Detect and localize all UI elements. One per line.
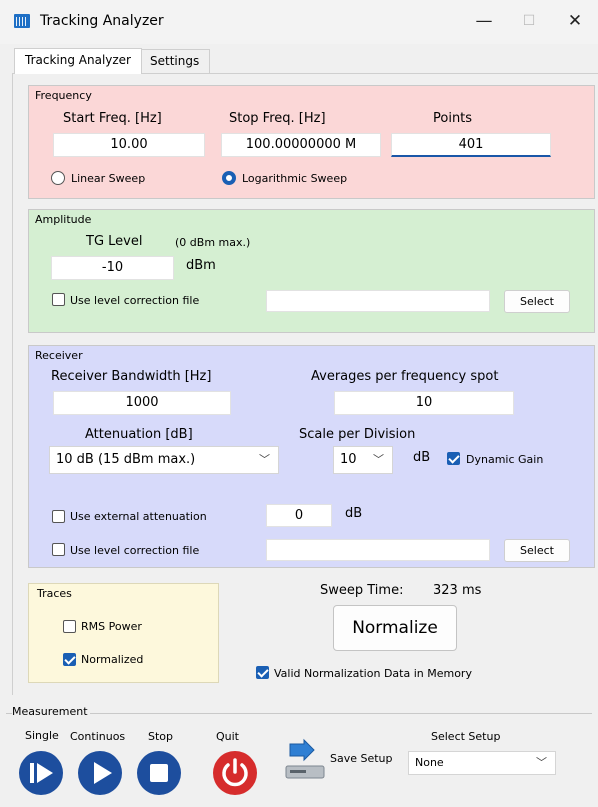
- amp-correction-label: Use level correction file: [70, 294, 200, 307]
- tg-level-input[interactable]: -10: [51, 256, 174, 280]
- chevron-down-icon: ﹀: [373, 453, 384, 466]
- dynamic-gain-checkbox[interactable]: [447, 452, 460, 465]
- rx-correction-label: Use level correction file: [70, 544, 200, 557]
- averages-input[interactable]: 10: [334, 391, 514, 415]
- chevron-down-icon: ﹀: [536, 756, 547, 769]
- single-label: Single: [25, 729, 59, 742]
- linear-sweep-radio[interactable]: [51, 171, 65, 185]
- amp-select-button[interactable]: Select: [504, 290, 570, 313]
- title-bar: Tracking Analyzer — ☐ ✕: [0, 0, 598, 44]
- ext-att-label: Use external attenuation: [70, 510, 207, 523]
- attenuation-label: Attenuation [dB]: [85, 427, 193, 442]
- minimize-button[interactable]: —: [461, 6, 507, 36]
- points-input[interactable]: 401: [391, 133, 551, 157]
- stop-freq-label: Stop Freq. [Hz]: [229, 111, 326, 126]
- save-drive-icon: [285, 738, 325, 779]
- amp-correction-file-input[interactable]: [266, 290, 490, 312]
- start-freq-input[interactable]: 10.00: [53, 133, 205, 157]
- tg-unit-label: dBm: [186, 258, 216, 273]
- setup-select[interactable]: None ﹀: [408, 751, 556, 775]
- frequency-panel: Frequency Start Freq. [Hz] Stop Freq. [H…: [28, 85, 595, 199]
- rms-power-checkbox[interactable]: [63, 620, 76, 633]
- continuous-run-button[interactable]: [77, 750, 123, 796]
- scale-unit-label: dB: [413, 450, 431, 465]
- chevron-down-icon: ﹀: [259, 453, 270, 466]
- close-button[interactable]: ✕: [552, 6, 598, 36]
- traces-panel: Traces RMS Power Normalized: [28, 583, 219, 683]
- stop-button[interactable]: [136, 750, 182, 796]
- scale-value: 10: [340, 452, 357, 467]
- stop-freq-input[interactable]: 100.00000000 M: [221, 133, 381, 157]
- single-step-button[interactable]: [18, 750, 64, 796]
- log-sweep-radio[interactable]: [222, 171, 236, 185]
- attenuation-select[interactable]: 10 dB (15 dBm max.) ﹀: [49, 446, 279, 474]
- rx-correction-checkbox[interactable]: [52, 543, 65, 556]
- select-setup-label: Select Setup: [431, 730, 501, 743]
- tab-tracking-analyzer[interactable]: Tracking Analyzer: [14, 48, 142, 74]
- amplitude-title: Amplitude: [35, 213, 92, 226]
- amplitude-panel: Amplitude TG Level (0 dBm max.) -10 dBm …: [28, 209, 595, 333]
- rx-correction-file-input[interactable]: [266, 539, 490, 561]
- save-setup-button[interactable]: [282, 738, 328, 784]
- linear-sweep-label: Linear Sweep: [71, 172, 146, 185]
- normalized-checkbox[interactable]: [63, 653, 76, 666]
- ext-att-unit-label: dB: [345, 506, 363, 521]
- ext-att-checkbox[interactable]: [52, 510, 65, 523]
- attenuation-value: 10 dB (15 dBm max.): [56, 452, 196, 467]
- stop-label: Stop: [148, 730, 174, 743]
- valid-norm-checkbox[interactable]: [256, 666, 269, 679]
- app-icon: [14, 14, 30, 28]
- tg-max-label: (0 dBm max.): [175, 236, 251, 249]
- tab-settings[interactable]: Settings: [139, 49, 211, 74]
- dynamic-gain-label: Dynamic Gain: [466, 453, 544, 466]
- quit-label: Quit: [216, 730, 239, 743]
- normalize-button[interactable]: Normalize: [333, 605, 457, 651]
- window-title: Tracking Analyzer: [40, 13, 164, 29]
- rms-power-label: RMS Power: [81, 620, 142, 633]
- traces-title: Traces: [37, 587, 72, 600]
- tab-strip: Tracking Analyzer Settings: [0, 44, 598, 74]
- averages-label: Averages per frequency spot: [311, 369, 499, 384]
- valid-norm-label: Valid Normalization Data in Memory: [274, 667, 472, 680]
- continuous-label: Continuos: [70, 730, 126, 743]
- log-sweep-label: Logarithmic Sweep: [242, 172, 348, 185]
- tg-level-label: TG Level: [86, 234, 143, 249]
- rbw-input[interactable]: 1000: [53, 391, 231, 415]
- rx-select-button[interactable]: Select: [504, 539, 570, 562]
- scale-select[interactable]: 10 ﹀: [333, 446, 393, 474]
- points-label: Points: [433, 111, 473, 126]
- sweep-time-label: Sweep Time:: [320, 583, 404, 598]
- setup-value: None: [415, 756, 444, 769]
- amp-correction-checkbox[interactable]: [52, 293, 65, 306]
- frequency-title: Frequency: [35, 89, 92, 102]
- save-setup-label: Save Setup: [330, 752, 393, 765]
- measurement-title: Measurement: [12, 705, 90, 718]
- start-freq-label: Start Freq. [Hz]: [63, 111, 162, 126]
- ext-att-input[interactable]: 0: [266, 504, 332, 527]
- rbw-label: Receiver Bandwidth [Hz]: [51, 369, 212, 384]
- maximize-button[interactable]: ☐: [506, 6, 552, 36]
- scale-label: Scale per Division: [299, 427, 416, 442]
- receiver-panel: Receiver Receiver Bandwidth [Hz] Average…: [28, 345, 595, 568]
- sweep-time-value: 323 ms: [433, 583, 482, 598]
- normalized-label: Normalized: [81, 653, 144, 666]
- receiver-title: Receiver: [35, 349, 83, 362]
- quit-button[interactable]: [212, 750, 258, 796]
